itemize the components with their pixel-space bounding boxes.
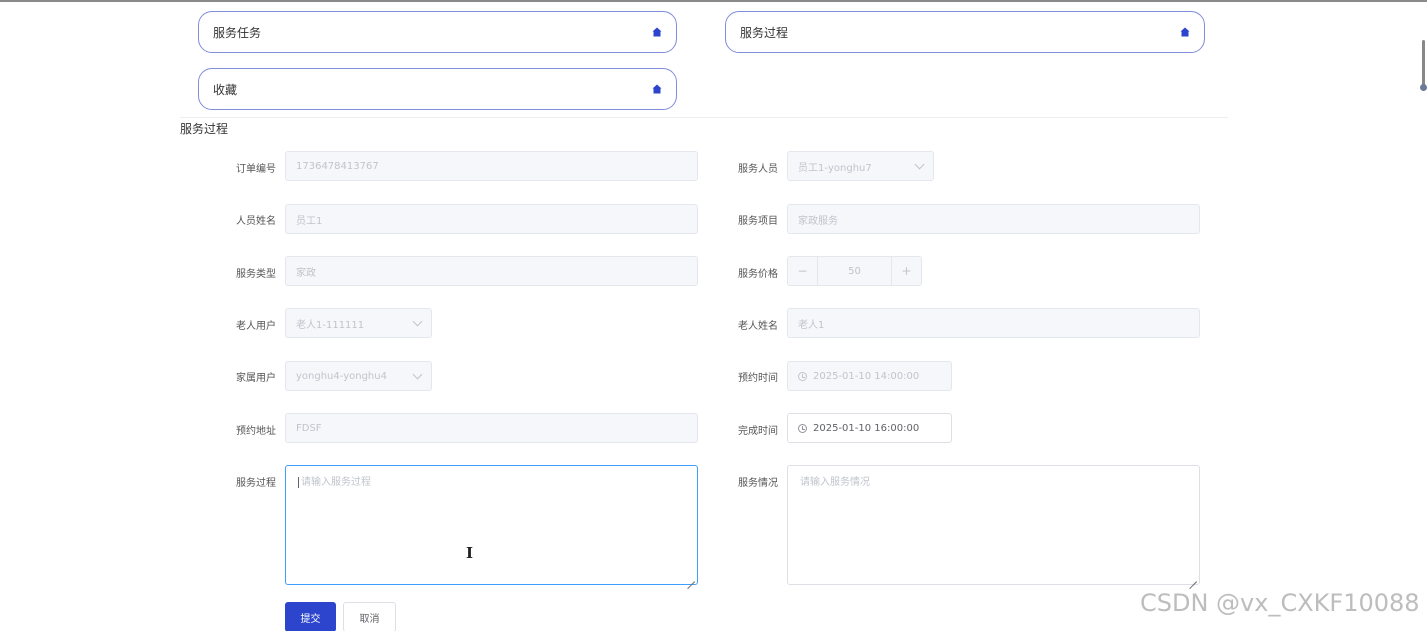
elder-user-label: 老人用户 [236, 321, 276, 332]
finish-time-picker[interactable]: 2025-01-10 16:00:00 [787, 413, 952, 443]
order-no-field[interactable]: 1736478413767 [285, 151, 698, 181]
chevron-down-icon [412, 316, 423, 326]
staff-name-value: 员工1 [296, 215, 323, 227]
staff-name-field[interactable]: 员工1 [285, 204, 698, 234]
service-item-label: 服务项目 [738, 216, 778, 227]
nav-card-service-task[interactable]: 服务任务 [198, 11, 677, 53]
chevron-down-icon [914, 159, 925, 169]
family-user-value: yonghu4-yonghu4 [296, 370, 387, 382]
top-divider [0, 0, 1427, 2]
section-divider [180, 117, 1228, 118]
elder-name-value: 老人1 [798, 319, 825, 331]
elder-user-select[interactable]: 老人1-111111 [285, 308, 432, 338]
appointment-time-picker[interactable]: 2025-01-10 14:00:00 [787, 361, 952, 391]
increment-button[interactable]: + [891, 257, 921, 285]
service-item-field[interactable]: 家政服务 [787, 204, 1200, 234]
edge-handle[interactable] [1422, 40, 1425, 88]
resize-handle-icon[interactable] [687, 574, 695, 582]
staff-label: 服务人员 [738, 164, 778, 175]
order-no-label: 订单编号 [236, 164, 276, 175]
process-textarea[interactable]: 请输入服务过程 [285, 465, 698, 585]
staff-name-label: 人员姓名 [236, 216, 276, 227]
situation-placeholder: 请输入服务情况 [800, 477, 870, 488]
situation-label: 服务情况 [738, 478, 778, 489]
watermark: CSDN @vx_CXKF10088 [1140, 589, 1420, 617]
staff-select[interactable]: 员工1-yonghu7 [787, 151, 934, 181]
address-label: 预约地址 [236, 426, 276, 437]
price-stepper[interactable]: − 50 + [787, 256, 922, 286]
cancel-button[interactable]: 取消 [343, 602, 396, 631]
decrement-button[interactable]: − [788, 257, 818, 285]
service-item-value: 家政服务 [798, 215, 838, 227]
process-label: 服务过程 [236, 478, 276, 489]
home-icon [652, 84, 662, 94]
edge-handle-dot [1420, 84, 1427, 91]
text-cursor-icon: I [466, 544, 474, 562]
clock-icon [798, 371, 807, 381]
home-icon [652, 27, 662, 37]
service-type-value: 家政 [296, 267, 316, 279]
appointment-time-value: 2025-01-10 14:00:00 [813, 370, 920, 382]
submit-button[interactable]: 提交 [285, 602, 336, 631]
family-user-label: 家属用户 [236, 373, 276, 384]
elder-name-field[interactable]: 老人1 [787, 308, 1200, 338]
clock-icon [798, 423, 807, 433]
nav-card-service-process[interactable]: 服务过程 [725, 11, 1205, 53]
finish-time-value: 2025-01-10 16:00:00 [813, 422, 920, 434]
text-caret [298, 476, 299, 488]
price-label: 服务价格 [738, 269, 778, 280]
address-field[interactable]: FDSF [285, 413, 698, 443]
nav-card-favorites[interactable]: 收藏 [198, 68, 677, 110]
price-value[interactable]: 50 [818, 266, 891, 277]
nav-card-label: 服务任务 [213, 25, 262, 40]
family-user-select[interactable]: yonghu4-yonghu4 [285, 361, 432, 391]
appointment-time-label: 预约时间 [738, 373, 778, 384]
staff-value: 员工1-yonghu7 [798, 162, 872, 174]
elder-name-label: 老人姓名 [738, 321, 778, 332]
order-no-value: 1736478413767 [296, 160, 379, 172]
resize-handle-icon[interactable] [1189, 574, 1197, 582]
service-type-label: 服务类型 [236, 269, 276, 280]
elder-user-value: 老人1-111111 [296, 319, 365, 331]
chevron-down-icon [412, 369, 423, 379]
process-placeholder: 请输入服务过程 [301, 477, 371, 488]
situation-textarea[interactable]: 请输入服务情况 [787, 465, 1200, 585]
nav-card-label: 服务过程 [740, 25, 789, 40]
finish-time-label: 完成时间 [738, 426, 778, 437]
section-title: 服务过程 [180, 122, 229, 136]
nav-card-label: 收藏 [213, 82, 238, 97]
home-icon [1180, 27, 1190, 37]
service-type-field[interactable]: 家政 [285, 256, 698, 286]
address-value: FDSF [296, 422, 322, 434]
